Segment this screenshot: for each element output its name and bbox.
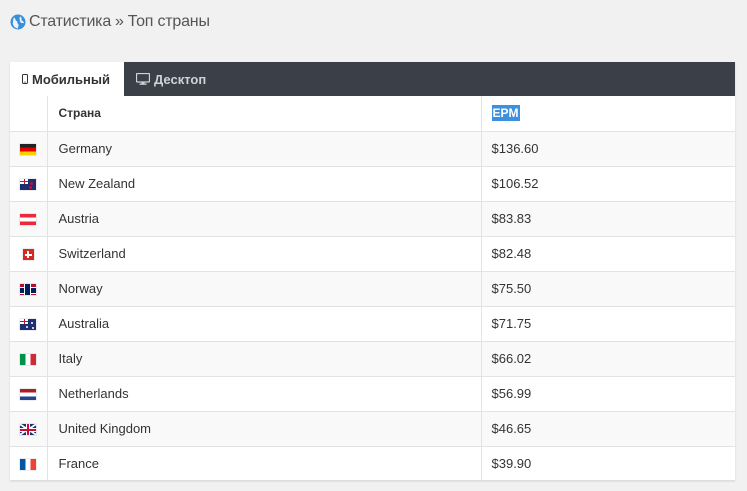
flag-cell — [10, 446, 48, 482]
flag-icon-at — [20, 214, 37, 226]
stats-panel: Мобильный Десктоп Страна EPM Germany $136… — [10, 62, 735, 482]
epm-cell: $82.48 — [481, 236, 735, 272]
flag-icon-no — [20, 284, 37, 296]
flag-icon-fr — [20, 459, 37, 471]
country-cell: Switzerland — [47, 236, 482, 272]
flag-icon-it — [20, 354, 37, 366]
flag-icon-nz — [20, 179, 37, 191]
breadcrumb-current: Топ страны — [127, 13, 210, 30]
flag-icon-gb — [20, 424, 37, 436]
tab-bar: Мобильный Десктоп — [10, 62, 735, 96]
flag-cell — [10, 166, 48, 202]
epm-cell: $106.52 — [481, 166, 735, 202]
tab-mobile-label: Мобильный — [32, 71, 110, 87]
epm-cell: $39.90 — [481, 446, 735, 482]
table-row: Switzerland $82.48 — [10, 236, 735, 272]
desktop-icon — [136, 73, 150, 85]
header-country[interactable]: Страна — [47, 96, 482, 132]
epm-cell: $83.83 — [481, 201, 735, 237]
header-epm-label: EPM — [491, 105, 520, 122]
epm-cell: $46.65 — [481, 411, 735, 447]
table-row: Australia $71.75 — [10, 306, 735, 342]
header-flag — [10, 96, 48, 132]
flag-cell — [10, 236, 48, 272]
epm-cell: $75.50 — [481, 271, 735, 307]
breadcrumb-root-link[interactable]: Статистика — [29, 13, 111, 31]
table-row: France $39.90 — [10, 446, 735, 482]
flag-icon-ch — [22, 249, 34, 261]
table-row: New Zealand $106.52 — [10, 166, 735, 202]
country-cell: Italy — [47, 341, 482, 377]
flag-cell — [10, 411, 48, 447]
flag-cell — [10, 131, 48, 167]
table-row: Italy $66.02 — [10, 341, 735, 377]
epm-cell: $136.60 — [481, 131, 735, 167]
breadcrumb: Статистика » Топ страны — [10, 13, 210, 31]
table-row: Austria $83.83 — [10, 201, 735, 237]
flag-icon-nl — [20, 389, 37, 401]
epm-cell: $71.75 — [481, 306, 735, 342]
table-row: Netherlands $56.99 — [10, 376, 735, 412]
country-cell: Netherlands — [47, 376, 482, 412]
flag-cell — [10, 201, 48, 237]
epm-cell: $66.02 — [481, 341, 735, 377]
country-cell: Austria — [47, 201, 482, 237]
flag-cell — [10, 271, 48, 307]
country-cell: Germany — [47, 131, 482, 167]
tab-desktop-label: Десктоп — [154, 71, 207, 87]
flag-icon-au — [20, 319, 37, 331]
breadcrumb-separator: » — [115, 13, 124, 30]
table-row: Norway $75.50 — [10, 271, 735, 307]
tab-mobile[interactable]: Мобильный — [10, 62, 124, 96]
flag-cell — [10, 341, 48, 377]
flag-icon-de — [20, 144, 37, 156]
header-epm[interactable]: EPM — [481, 96, 735, 132]
table-header-row: Страна EPM — [10, 96, 735, 132]
country-cell: Norway — [47, 271, 482, 307]
country-cell: New Zealand — [47, 166, 482, 202]
tab-desktop[interactable]: Десктоп — [124, 62, 220, 96]
table-row: Germany $136.60 — [10, 131, 735, 167]
table-row: United Kingdom $46.65 — [10, 411, 735, 447]
mobile-icon — [22, 74, 28, 84]
country-table: Страна EPM Germany $136.60 New Zealand $106… — [10, 96, 735, 482]
flag-cell — [10, 376, 48, 412]
country-cell: Australia — [47, 306, 482, 342]
flag-cell — [10, 306, 48, 342]
epm-cell: $56.99 — [481, 376, 735, 412]
globe-icon — [10, 14, 26, 30]
country-cell: United Kingdom — [47, 411, 482, 447]
country-cell: France — [47, 446, 482, 482]
